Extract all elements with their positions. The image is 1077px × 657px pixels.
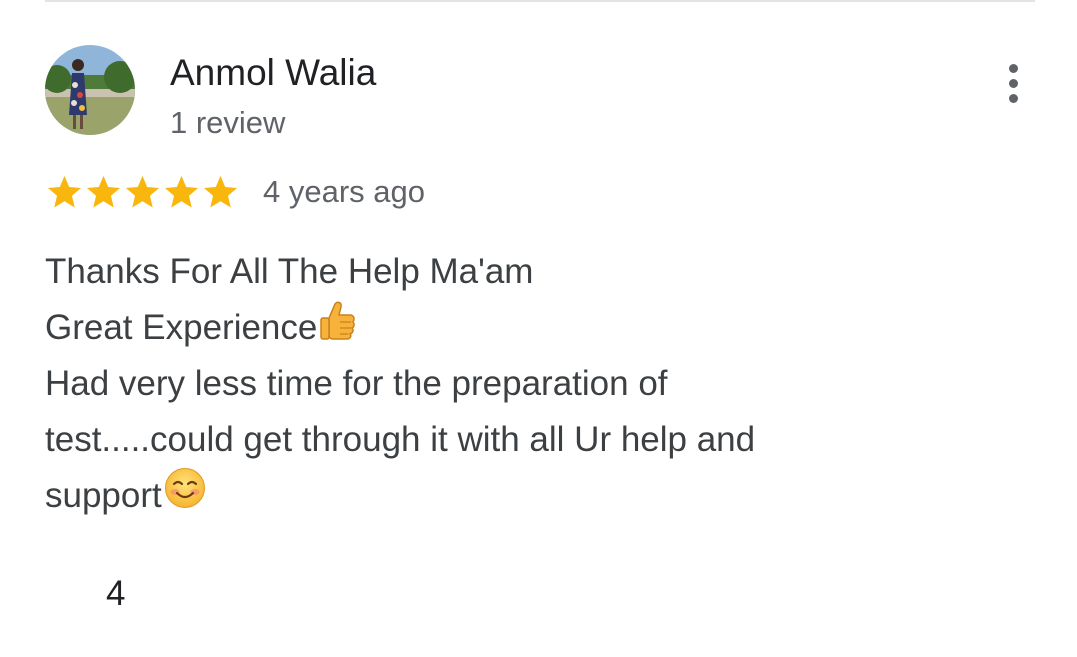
review-text-line-5: support [45, 476, 162, 515]
helpful-count[interactable]: 4 [106, 574, 125, 614]
user-avatar-photo-icon [45, 45, 135, 135]
star-icon [47, 175, 82, 207]
author-avatar[interactable] [45, 45, 135, 135]
review-text-line: support [45, 467, 945, 526]
review-text-line-1: Thanks For All The Help Ma'am [45, 252, 534, 291]
more-options-button[interactable] [994, 58, 1032, 108]
review-text-line-2: Great Experience [45, 308, 318, 347]
star-icon [203, 175, 238, 207]
author-review-count: 1 review [170, 105, 286, 140]
review-text-line: test.....could get through it with all U… [45, 412, 945, 468]
review-text-line: Great Experience [45, 300, 945, 356]
top-divider [45, 0, 1035, 2]
review-text-line: Had very less time for the preparation o… [45, 356, 945, 412]
star-icon [86, 175, 121, 207]
star-icon [125, 175, 160, 207]
more-vertical-icon-dot [1008, 93, 1018, 103]
author-name[interactable]: Anmol Walia [170, 52, 376, 94]
rating-row: 4 years ago [45, 170, 425, 214]
review-text: Thanks For All The Help Ma'am Great Expe… [45, 244, 945, 524]
smiling-face-icon [164, 467, 206, 526]
star-icon [164, 175, 199, 207]
thumbs-up-icon [319, 300, 356, 357]
review-text-line-4: test.....could get through it with all U… [45, 420, 756, 459]
review-text-line: Thanks For All The Help Ma'am [45, 244, 945, 300]
review-text-line-3: Had very less time for the preparation o… [45, 364, 668, 403]
more-vertical-icon [1008, 63, 1018, 73]
more-vertical-icon-dot [1008, 78, 1018, 88]
review-time: 4 years ago [263, 174, 425, 209]
star-rating [45, 173, 240, 212]
